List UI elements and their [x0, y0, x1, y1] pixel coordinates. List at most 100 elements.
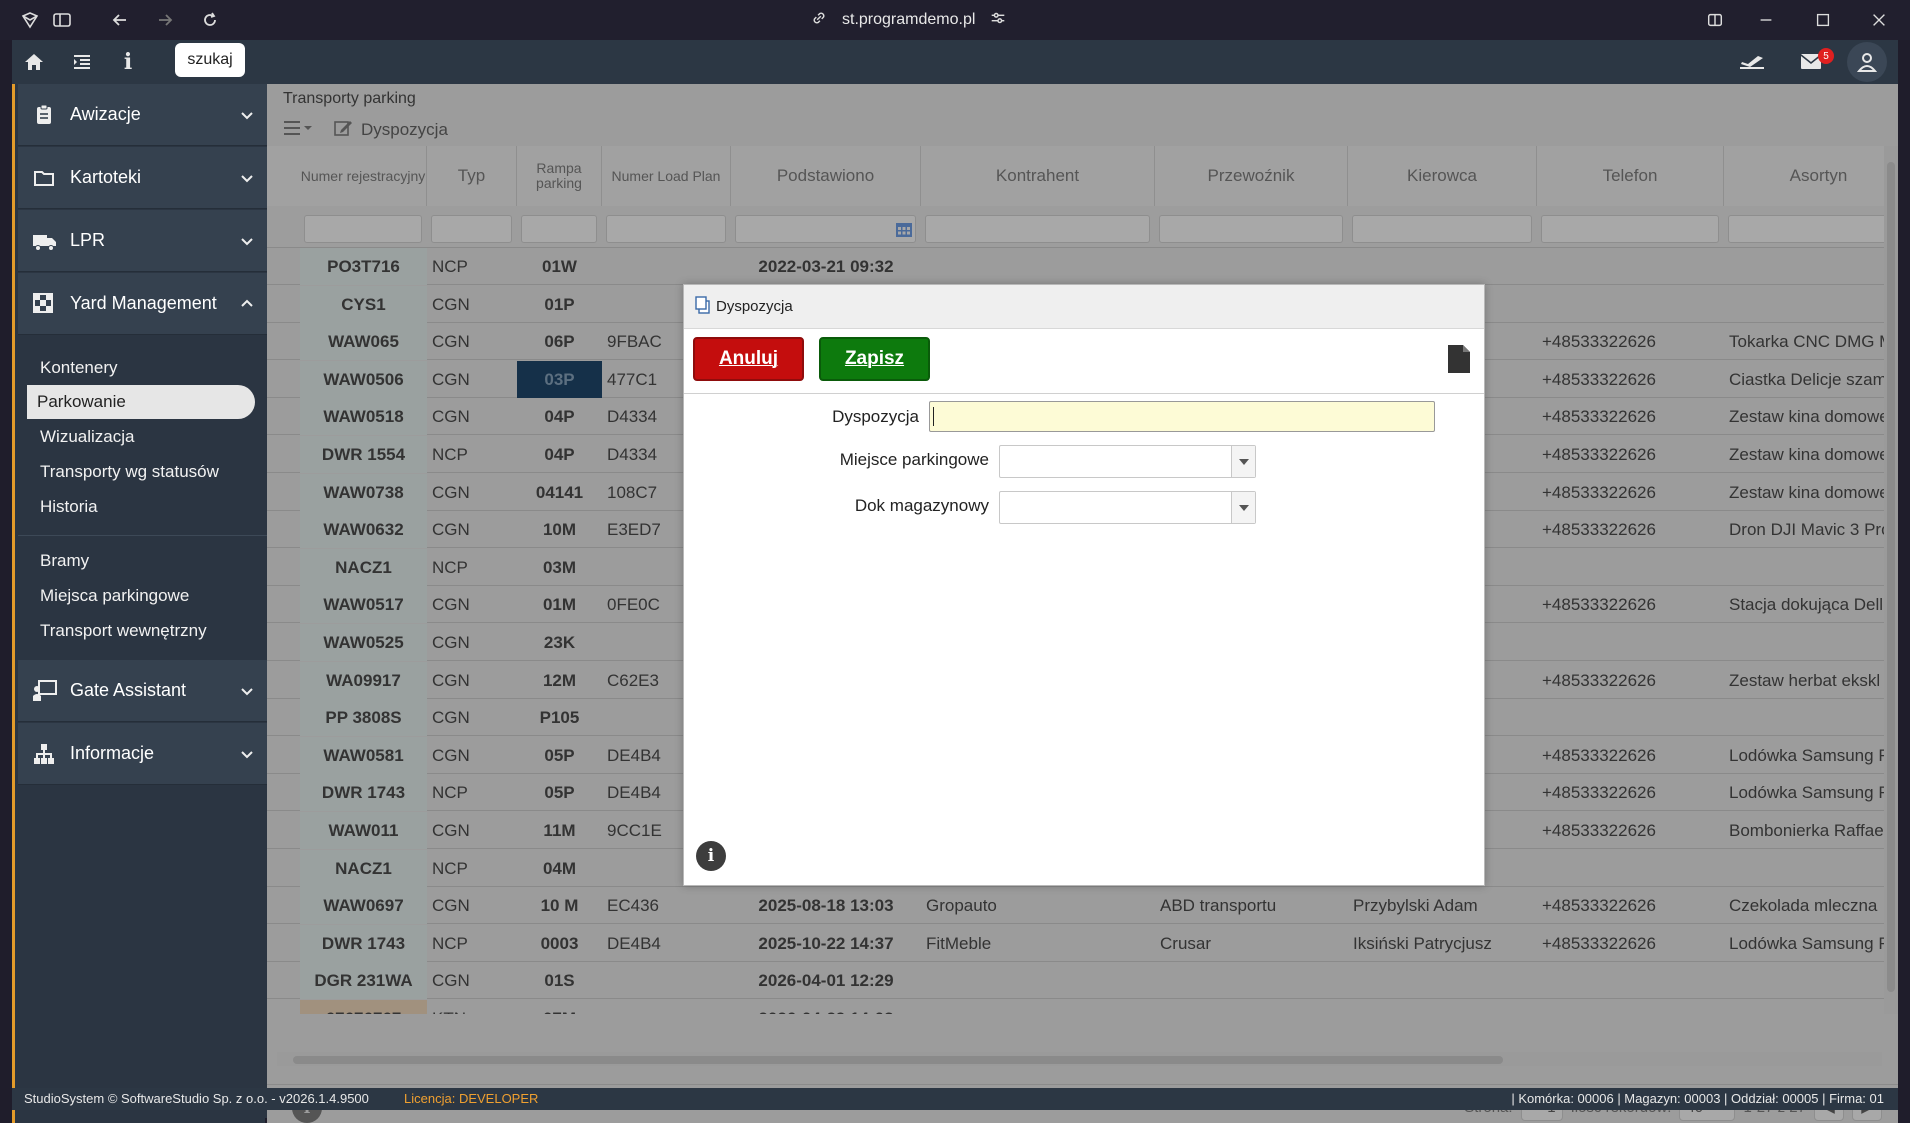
split-view-icon[interactable] [1703, 8, 1727, 32]
table-row[interactable]: DGR 231WA CGN 01S 2026-04-01 12:29 [267, 962, 1898, 1000]
sidebar-item-historia[interactable]: Historia [30, 490, 258, 524]
truck-departure-icon[interactable] [1736, 46, 1768, 78]
mail-icon[interactable]: 5 [1796, 46, 1834, 78]
table-cell: 10M [542, 520, 577, 540]
sidebar-item-parkowanie[interactable]: Parkowanie [27, 385, 255, 419]
column-filter-input[interactable] [304, 215, 422, 243]
chevron-down-icon[interactable] [238, 106, 256, 124]
column-filter-input[interactable] [1541, 215, 1719, 243]
info-icon[interactable]: i [696, 841, 726, 871]
column-filter-input[interactable] [431, 215, 512, 243]
chevron-down-icon[interactable] [238, 745, 256, 763]
dropdown-arrow-icon[interactable] [1231, 492, 1255, 523]
dropdown-arrow-icon[interactable] [1231, 446, 1255, 477]
table-row[interactable]: DWR 1743 NCP 0003 DE4B4 2025-10-22 14:37 FitM… [267, 924, 1898, 962]
menu-indent-icon[interactable] [66, 46, 98, 78]
vertical-scrollbar[interactable] [1884, 146, 1898, 1014]
edit-icon[interactable] [333, 118, 353, 143]
sidebar-section-kartoteki[interactable]: Kartoteki [18, 147, 268, 209]
column-filter-input[interactable] [735, 215, 916, 243]
table-cell: NCP [432, 858, 468, 878]
search-button[interactable]: szukaj [175, 43, 245, 77]
sidebar-item-transporty-wg-statusow[interactable]: Transporty wg statusów [30, 455, 258, 489]
info-icon[interactable]: i [112, 46, 144, 78]
table-row[interactable]: WAW0697 CGN 10 M EC436 2025-08-18 13:03 Gropa… [267, 887, 1898, 925]
context-info: | Komórka: 00006 | Magazyn: 00003 | Oddz… [1511, 1091, 1884, 1106]
dyspozycja-toolbar-button[interactable]: Dyspozycja [361, 120, 448, 140]
table-row[interactable]: 67676767KTN07M 2026-04-29 14:03 [267, 1000, 1898, 1014]
row-gutter [267, 586, 300, 623]
site-settings-icon[interactable] [989, 9, 1007, 32]
row-gutter [267, 511, 300, 548]
column-header[interactable]: Asortyn [1724, 146, 1898, 206]
user-avatar-icon[interactable] [1847, 42, 1887, 82]
table-cell: Gropauto [926, 896, 997, 916]
column-header[interactable]: Przewoźnik [1155, 146, 1348, 206]
url-text[interactable]: st.programdemo.pl [842, 11, 975, 29]
table-cell [602, 1000, 731, 1014]
column-header[interactable]: Numer Load Plan [602, 146, 731, 206]
chevron-down-icon[interactable] [238, 232, 256, 250]
chevron-down-icon[interactable] [238, 169, 256, 187]
miejsce-parkingowe-select[interactable] [999, 445, 1256, 478]
chevron-up-icon[interactable] [238, 295, 256, 313]
sidebar-section-awizacje[interactable]: Awizacje [18, 84, 268, 146]
table-cell: +48533322626 [1542, 482, 1656, 502]
save-button[interactable]: Zapisz [819, 337, 930, 381]
chevron-down-icon[interactable] [238, 682, 256, 700]
column-filter-input[interactable] [606, 215, 726, 243]
column-header[interactable]: Kontrahent [921, 146, 1155, 206]
table-cell: CGN [432, 595, 470, 615]
column-header[interactable]: Podstawiono [731, 146, 921, 206]
sidebar-item-transport-wewnetrzny[interactable]: Transport wewnętrzny [30, 614, 258, 648]
table-cell: Lodówka Samsung F [1729, 745, 1889, 765]
close-window-icon[interactable] [1867, 8, 1891, 32]
dyspozycja-input[interactable] [929, 401, 1435, 432]
table-cell: 04M [542, 858, 577, 878]
sidebar-section-gate-assistant[interactable]: Gate Assistant [18, 660, 268, 722]
column-header[interactable]: Kierowca [1348, 146, 1537, 206]
sidebar-toggle-icon[interactable] [50, 8, 74, 32]
table-cell [1537, 248, 1724, 285]
table-cell [1724, 248, 1898, 285]
column-header[interactable]: Typ [427, 146, 517, 206]
license-value: DEVELOPER [458, 1091, 539, 1106]
reload-icon[interactable] [198, 8, 222, 32]
column-filter-input[interactable] [1352, 215, 1532, 243]
horizontal-scrollbar[interactable] [277, 1052, 1882, 1066]
table-row[interactable]: PO3T716 NCP 01W 2022-03-21 09:32 [267, 248, 1898, 285]
sidebar-item-bramy[interactable]: Bramy [30, 544, 258, 578]
row-gutter [267, 887, 300, 924]
hamburger-menu-icon[interactable] [283, 119, 313, 142]
column-header[interactable]: Rampa parking [517, 146, 602, 206]
minimize-icon[interactable] [1754, 8, 1778, 32]
dok-magazynowy-select[interactable] [999, 491, 1256, 524]
table-cell: WAW0506 [300, 360, 427, 398]
column-header[interactable]: Numer rejestracyjny [300, 146, 427, 206]
column-filter-input[interactable] [521, 215, 597, 243]
sidebar-item-miejsca-parkingowe[interactable]: Miejsca parkingowe [30, 579, 258, 613]
back-icon[interactable] [108, 8, 132, 32]
column-filter-input[interactable] [925, 215, 1150, 243]
sidebar-item-wizualizacja[interactable]: Wizualizacja [30, 420, 258, 454]
column-filter-input[interactable] [1728, 215, 1898, 243]
home-icon[interactable] [18, 46, 50, 78]
column-filter-input[interactable] [1159, 215, 1343, 243]
table-cell [1724, 850, 1898, 887]
sidebar-section-lpr[interactable]: LPR [18, 210, 268, 272]
sidebar-section-yard-management[interactable]: Yard Management [18, 273, 268, 335]
browser-logo-icon[interactable] [18, 8, 42, 32]
calendar-icon[interactable] [895, 220, 913, 243]
forward-icon[interactable] [153, 8, 177, 32]
document-icon[interactable] [1446, 343, 1472, 380]
table-cell [1537, 549, 1724, 586]
row-gutter [267, 474, 300, 511]
cancel-button[interactable]: Anuluj [693, 337, 804, 381]
table-cell: DWR 1554 [300, 436, 427, 473]
sidebar-section-informacje[interactable]: Informacje [18, 723, 268, 785]
sidebar-item-kontenery[interactable]: Kontenery [30, 351, 258, 385]
column-header[interactable]: Telefon [1537, 146, 1724, 206]
maximize-icon[interactable] [1811, 8, 1835, 32]
table-cell [1724, 286, 1898, 323]
table-cell [1537, 286, 1724, 323]
